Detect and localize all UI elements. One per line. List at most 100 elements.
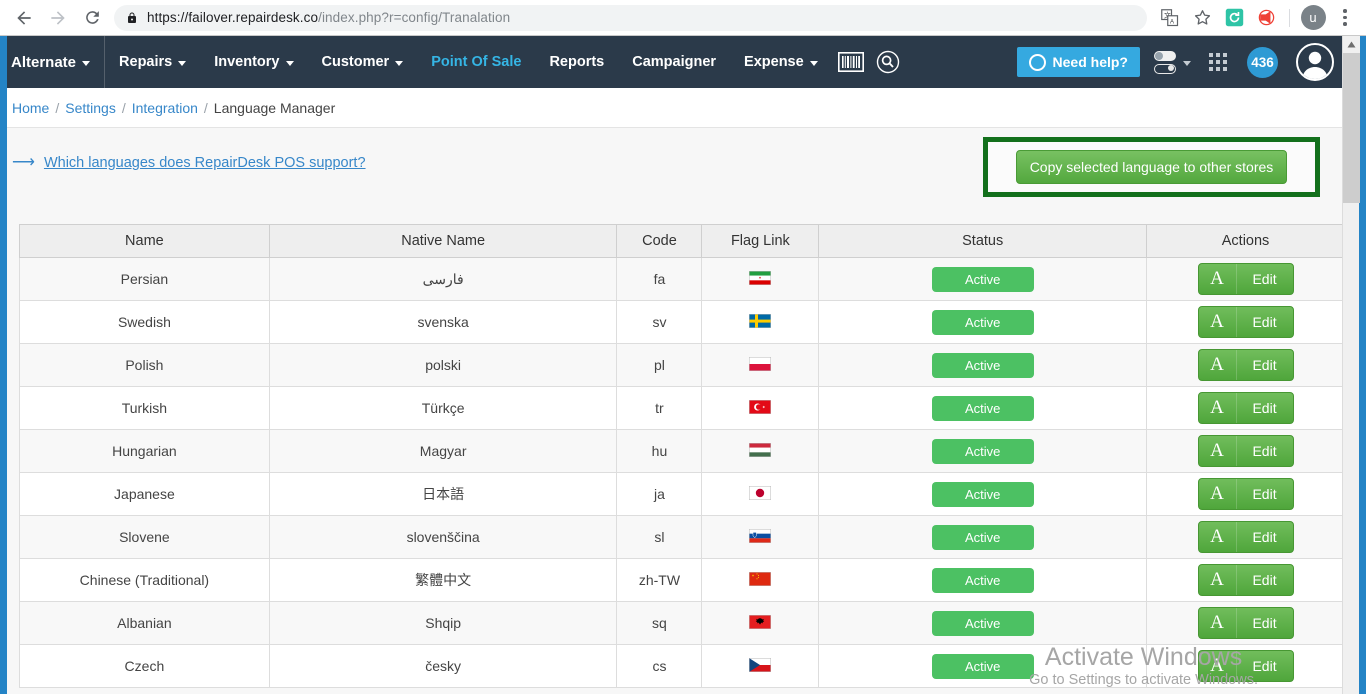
table-row[interactable]: Czech česky cs Active A Edit <box>19 644 1345 688</box>
forward-button[interactable] <box>42 2 74 34</box>
barcode-scan-button[interactable] <box>832 36 870 88</box>
cell-name: Persian <box>19 257 270 301</box>
three-dot-menu-icon <box>1343 9 1347 26</box>
barcode-icon <box>837 52 864 72</box>
notification-count-button[interactable]: 436 <box>1233 36 1284 88</box>
column-header-flag-link[interactable]: Flag Link <box>701 224 820 258</box>
reload-button[interactable] <box>76 2 108 34</box>
nav-item-repairs[interactable]: Repairs <box>105 36 200 88</box>
edit-button[interactable]: A Edit <box>1197 478 1294 510</box>
scrollbar-thumb[interactable] <box>1343 53 1360 203</box>
life-ring-icon <box>1028 53 1046 71</box>
cell-native-name: Magyar <box>268 429 618 473</box>
breadcrumb-integration[interactable]: Integration <box>132 100 198 116</box>
nav-label: Reports <box>549 54 605 70</box>
reload-icon <box>85 11 99 24</box>
nav-item-inventory[interactable]: Inventory <box>200 36 307 88</box>
store-selector[interactable]: Alternate <box>7 36 106 88</box>
need-help-button[interactable]: Need help? <box>1016 47 1140 77</box>
cell-flag-link[interactable] <box>701 644 820 688</box>
cell-flag-link[interactable] <box>701 257 820 301</box>
table-row[interactable]: Turkish Türkçe tr Active A Edit <box>19 386 1345 430</box>
edit-button[interactable]: A Edit <box>1197 263 1294 295</box>
apps-grid-button[interactable] <box>1197 36 1233 88</box>
table-row[interactable]: Polish polski pl Active A Edit <box>19 343 1345 387</box>
flag-icon-hu <box>749 442 772 460</box>
browser-menu-button[interactable] <box>1330 3 1360 33</box>
cell-native-name: Türkçe <box>268 386 618 430</box>
cell-flag-link[interactable] <box>701 558 820 602</box>
column-header-name[interactable]: Name <box>19 224 270 258</box>
chevron-down-icon <box>82 60 91 66</box>
table-row[interactable]: Swedish svenska sv Active A Edit <box>19 300 1345 344</box>
nav-item-expense[interactable]: Expense <box>730 36 832 88</box>
flag-icon-se <box>749 313 772 331</box>
nav-item-point-of-sale[interactable]: Point Of Sale <box>417 36 535 88</box>
nav-item-campaigner[interactable]: Campaigner <box>618 36 730 88</box>
edit-button[interactable]: A Edit <box>1197 349 1294 381</box>
cell-flag-link[interactable] <box>701 386 820 430</box>
flag-icon-cz <box>749 657 772 675</box>
edit-button-label: Edit <box>1252 314 1277 330</box>
cell-status: Active <box>818 644 1148 688</box>
breadcrumb-home[interactable]: Home <box>12 100 49 116</box>
copy-language-highlight: Copy selected language to other stores <box>983 137 1320 197</box>
nav-items: Repairs Inventory Customer Point Of Sale… <box>105 36 906 88</box>
cell-native-name: polski <box>268 343 618 387</box>
table-row[interactable]: Chinese (Traditional) 繁體中文 zh-TW Active A Edi… <box>19 558 1345 602</box>
cell-native-name: česky <box>268 644 618 688</box>
profile-avatar-button[interactable]: u <box>1298 3 1328 33</box>
status-badge: Active <box>931 567 1034 593</box>
nav-item-customer[interactable]: Customer <box>308 36 418 88</box>
nav-label: Expense <box>744 54 804 70</box>
global-search-button[interactable] <box>870 36 906 88</box>
address-bar[interactable]: https://failover.repairdesk.co/index.php… <box>114 4 1147 31</box>
translate-icon[interactable]: 文 A <box>1155 3 1185 33</box>
cell-code: sv <box>616 300 703 344</box>
cell-flag-link[interactable] <box>701 343 820 387</box>
table-row[interactable]: Hungarian Magyar hu Active A Edit <box>19 429 1345 473</box>
breadcrumb-settings[interactable]: Settings <box>65 100 116 116</box>
nav-label: Inventory <box>214 54 280 70</box>
user-menu-button[interactable] <box>1284 36 1348 88</box>
cell-flag-link[interactable] <box>701 515 820 559</box>
nav-item-reports[interactable]: Reports <box>535 36 618 88</box>
edit-button[interactable]: A Edit <box>1197 564 1294 596</box>
right-edge-accent <box>1359 36 1366 694</box>
edit-button[interactable]: A Edit <box>1197 306 1294 338</box>
table-row[interactable]: Albanian Shqip sq Active A Edit <box>19 601 1345 645</box>
back-button[interactable] <box>8 2 40 34</box>
table-row[interactable]: Slovene slovenščina sl Active A Edit <box>19 515 1345 559</box>
edit-button[interactable]: A Edit <box>1197 392 1294 424</box>
edit-button[interactable]: A Edit <box>1197 650 1294 682</box>
column-header-code[interactable]: Code <box>616 224 703 258</box>
copy-selected-language-button[interactable]: Copy selected language to other stores <box>1015 150 1288 184</box>
column-header-native-name[interactable]: Native Name <box>268 224 618 258</box>
flag-icon-cn <box>749 571 772 589</box>
star-bookmark-icon[interactable] <box>1187 3 1217 33</box>
cell-flag-link[interactable] <box>701 472 820 516</box>
column-header-actions[interactable]: Actions <box>1146 224 1345 258</box>
edit-button[interactable]: A Edit <box>1197 607 1294 639</box>
cell-native-name: Shqip <box>268 601 618 645</box>
cell-flag-link[interactable] <box>701 429 820 473</box>
table-row[interactable]: Japanese 日本語 ja Active A Edit <box>19 472 1345 516</box>
edit-button[interactable]: A Edit <box>1197 521 1294 553</box>
table-header-row: Name Native Name Code Flag Link Status A… <box>19 224 1345 258</box>
font-letter-a-icon: A <box>1199 479 1237 509</box>
page-scrollbar[interactable] <box>1342 36 1360 694</box>
supported-languages-link[interactable]: Which languages does RepairDesk POS supp… <box>44 155 366 171</box>
scroll-up-button[interactable] <box>1343 36 1360 53</box>
red-play-extension-icon[interactable] <box>1251 3 1281 33</box>
green-circle-extension-icon[interactable] <box>1219 3 1249 33</box>
edit-button[interactable]: A Edit <box>1197 435 1294 467</box>
cell-flag-link[interactable] <box>701 601 820 645</box>
table-row[interactable]: Persian فارسی fa Active A Edit <box>19 257 1345 301</box>
arrow-right-icon: ⟶ <box>12 154 35 171</box>
cell-flag-link[interactable] <box>701 300 820 344</box>
cell-actions: A Edit <box>1146 472 1345 516</box>
quick-toggles-button[interactable] <box>1140 36 1197 88</box>
flag-icon-jp <box>749 485 772 503</box>
edit-button-label: Edit <box>1252 529 1277 545</box>
column-header-status[interactable]: Status <box>818 224 1148 258</box>
